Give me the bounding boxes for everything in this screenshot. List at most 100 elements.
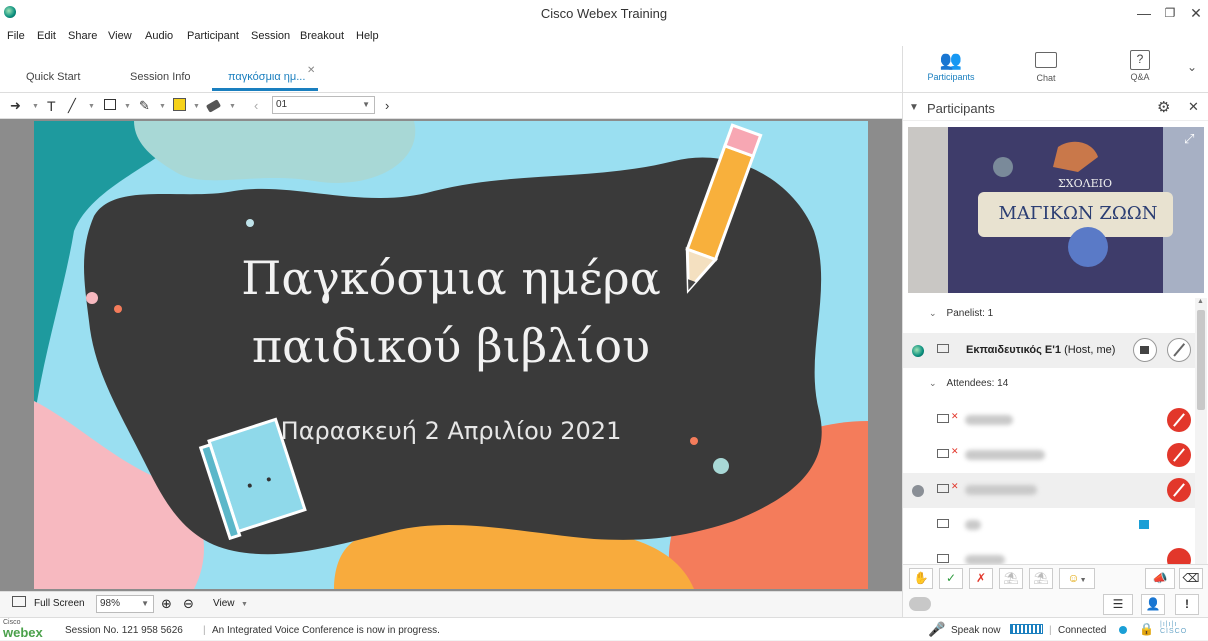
close-icon[interactable]: ✕ <box>1186 4 1206 22</box>
tab-quick-start[interactable]: Quick Start <box>26 71 80 83</box>
panelist-group[interactable]: ⌄ Panelist: 1 <box>903 298 1195 333</box>
session-number: Session No. 121 958 5626 <box>65 625 183 636</box>
megaphone-icon: 📣 <box>1152 571 1168 585</box>
menu-audio[interactable]: Audio <box>145 30 173 42</box>
chevron-down-icon[interactable]: ▼ <box>229 103 236 110</box>
minimize-icon[interactable]: — <box>1134 4 1154 22</box>
tab-participants[interactable]: 👥 Participants <box>921 50 981 82</box>
tab-close-icon[interactable]: ✕ <box>307 65 315 76</box>
muted-microphone-icon[interactable] <box>1167 408 1191 432</box>
chevron-down-icon[interactable]: ▼ <box>124 103 131 110</box>
panel-bottom-bar: ☰ 👤 ! <box>903 592 1208 617</box>
participant-row[interactable] <box>903 508 1195 543</box>
participant-name-redacted <box>965 555 1005 564</box>
go-faster-icon[interactable]: ⛱ <box>999 568 1023 589</box>
chevron-down-icon: ⌄ <box>929 308 937 318</box>
participant-list-scrollbar[interactable]: ▲ <box>1195 298 1207 564</box>
full-screen-icon[interactable] <box>12 596 26 610</box>
tab-qa[interactable]: ? Q&A <box>1110 50 1170 82</box>
menu-participant[interactable]: Participant <box>187 30 239 42</box>
full-screen-button[interactable]: Full Screen <box>34 598 85 609</box>
menu-breakout[interactable]: Breakout <box>300 30 344 42</box>
participant-row[interactable]: ✕ <box>903 473 1195 508</box>
scrollbar-thumb[interactable] <box>1197 310 1205 410</box>
muted-microphone-icon[interactable] <box>1167 443 1191 467</box>
chevron-down-icon[interactable]: ▼ <box>193 103 200 110</box>
participant-row[interactable]: ✕ <box>903 403 1195 438</box>
microphone-icon[interactable]: 🎤 <box>928 621 945 638</box>
shared-slide[interactable]: Παγκόσμια ημέρα παιδικού βιβλίου Παρασκε… <box>34 121 868 589</box>
checkmark-icon[interactable]: ✓ <box>939 568 963 589</box>
x-mark-icon[interactable]: ✗ <box>969 568 993 589</box>
menu-view[interactable]: View <box>108 30 132 42</box>
chevron-down-icon[interactable]: ▼ <box>32 103 39 110</box>
next-page-icon[interactable]: › <box>385 98 389 114</box>
expand-video-icon[interactable]: ⤢ <box>1184 131 1194 147</box>
raise-hand-icon[interactable]: ✋ <box>909 568 933 589</box>
scroll-up-icon[interactable]: ▲ <box>1197 298 1204 305</box>
zoom-in-icon[interactable]: ⊕ <box>161 596 172 612</box>
attendees-group[interactable]: ⌄ Attendees: 14 <box>903 368 1195 403</box>
gear-icon[interactable]: ⚙ <box>1157 98 1170 116</box>
video-camera-icon[interactable] <box>1139 520 1149 529</box>
status-select[interactable] <box>909 597 931 611</box>
menu-edit[interactable]: Edit <box>37 30 56 42</box>
tab-qa-label: Q&A <box>1130 72 1150 82</box>
menu-file[interactable]: File <box>7 30 25 42</box>
participant-row-host[interactable]: Εκπαιδευτικός Ε'1 (Host, me) <box>903 333 1195 368</box>
annotation-toolbar: ➜ ▼ T ╱ ▼ ▼ ✎ ▼ ▼ ▼ ‹ 01 ▼ › <box>0 93 902 119</box>
zoom-out-icon[interactable]: ⊖ <box>183 596 194 612</box>
list-view-icon[interactable]: ☰ <box>1103 594 1133 615</box>
eraser-icon[interactable]: ⌫ <box>1179 568 1203 589</box>
chevron-down-icon[interactable]: ⌄ <box>1187 60 1197 74</box>
collapse-panel-icon[interactable]: ▼ <box>909 102 919 113</box>
pointer-arrow-icon[interactable]: ➜ <box>10 98 21 114</box>
panelist-group-header: ⌄ Panelist: 1 <box>929 308 993 319</box>
line-tool-icon[interactable]: ╱ <box>68 98 76 114</box>
content-viewer: Παγκόσμια ημέρα παιδικού βιβλίου Παρασκε… <box>0 119 902 591</box>
chevron-down-icon[interactable]: ▼ <box>241 601 248 608</box>
rectangle-tool-icon[interactable] <box>104 98 116 114</box>
zoom-select[interactable]: 98% ▼ <box>96 595 154 613</box>
zoom-value: 98% <box>100 598 121 609</box>
video-sign-line-2: ΜΑΓΙΚΩΝ ΖΩΩΝ <box>998 203 1158 224</box>
slide-title-line-1: Παγκόσμια ημέρα <box>241 251 661 305</box>
tab-chat[interactable]: Chat <box>1016 50 1076 83</box>
tab-session-info[interactable]: Session Info <box>130 71 191 83</box>
highlighter-color-icon[interactable] <box>173 98 186 114</box>
add-user-icon[interactable]: 👤 <box>1141 594 1165 615</box>
participant-name-redacted <box>965 415 1013 425</box>
status-separator: | <box>203 625 206 636</box>
tab-participants-label: Participants <box>927 72 975 82</box>
chevron-down-icon[interactable]: ▼ <box>159 103 166 110</box>
status-separator: | <box>1049 625 1052 636</box>
participant-row[interactable] <box>903 543 1195 564</box>
eraser-icon[interactable] <box>205 98 222 114</box>
restore-icon[interactable]: ❐ <box>1160 4 1180 22</box>
audio-conference-status: An Integrated Voice Conference is now in… <box>212 625 440 636</box>
participant-actions: ✋ ✓ ✗ ⛱ ⛱ ☺▼ 📣 ⌫ <box>903 564 1208 592</box>
announce-select[interactable]: 📣 <box>1145 568 1175 589</box>
pen-tool-icon[interactable]: ✎ <box>139 98 150 114</box>
chevron-down-icon[interactable]: ▼ <box>88 103 95 110</box>
menu-help[interactable]: Help <box>356 30 379 42</box>
menu-share[interactable]: Share <box>68 30 97 42</box>
participant-row[interactable]: ✕ <box>903 438 1195 473</box>
view-menu-button[interactable]: View <box>213 598 235 609</box>
video-thumbnail[interactable]: ΣΧΟΛΕΙΟ ΜΑΓΙΚΩΝ ΖΩΩΝ ⤢ <box>908 127 1204 293</box>
mute-microphone-icon[interactable] <box>1167 338 1191 362</box>
previous-page-icon[interactable]: ‹ <box>254 98 258 114</box>
text-tool-icon[interactable]: T <box>47 98 56 114</box>
close-icon[interactable]: ✕ <box>1188 99 1199 115</box>
muted-microphone-icon[interactable] <box>1167 548 1191 564</box>
video-camera-icon[interactable] <box>1133 338 1157 362</box>
tab-document[interactable]: παγκόσμια ημ... <box>228 71 305 83</box>
page-select[interactable]: 01 ▼ <box>272 96 375 114</box>
menu-session[interactable]: Session <box>251 30 290 42</box>
muted-microphone-icon[interactable] <box>1167 478 1191 502</box>
emoticon-select[interactable]: ☺▼ <box>1059 568 1095 589</box>
connection-dot-icon <box>1119 626 1127 637</box>
participant-name-redacted <box>965 450 1045 460</box>
go-slower-icon[interactable]: ⛱ <box>1029 568 1053 589</box>
alert-icon[interactable]: ! <box>1175 594 1199 615</box>
